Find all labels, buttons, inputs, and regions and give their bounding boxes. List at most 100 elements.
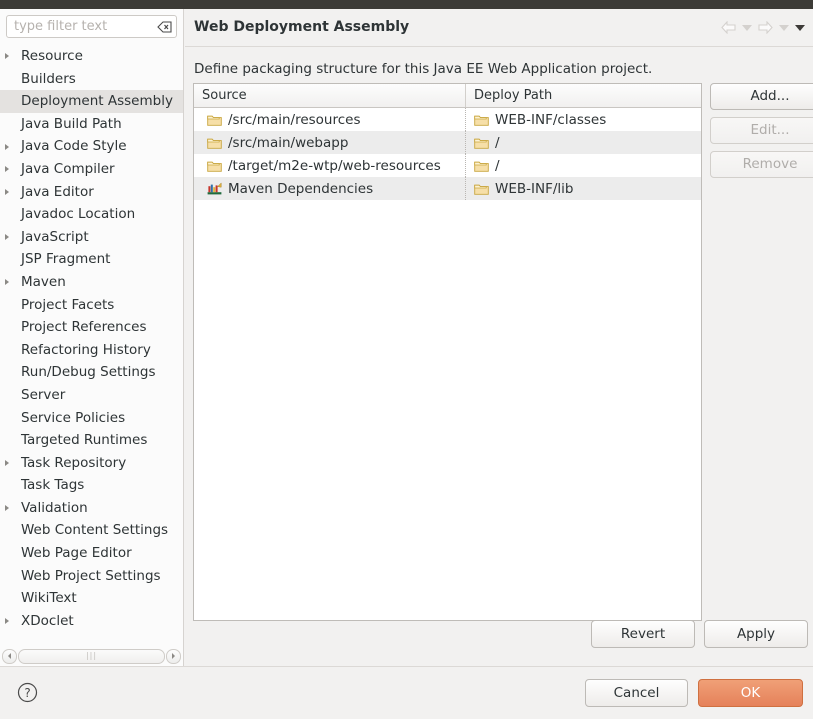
table-row[interactable]: Maven Dependencies WEB-INF/lib <box>194 177 701 200</box>
sidebar-item-refactoring-history[interactable]: Refactoring History <box>0 339 183 362</box>
svg-text:?: ? <box>24 686 30 700</box>
sidebar-item-label: Web Project Settings <box>21 568 161 584</box>
sidebar-item-maven[interactable]: Maven <box>0 271 183 294</box>
clear-icon[interactable] <box>157 21 172 33</box>
chevron-left-icon[interactable] <box>2 649 17 664</box>
arrow-left-icon[interactable] <box>721 21 736 34</box>
expand-triangle-icon[interactable] <box>5 279 9 285</box>
sidebar-item-run-debug-settings[interactable]: Run/Debug Settings <box>0 361 183 384</box>
chevron-down-icon[interactable] <box>779 25 789 31</box>
settings-tree[interactable]: ResourceBuilders Deployment Assembly Java … <box>0 45 183 644</box>
expand-triangle-icon[interactable] <box>5 618 9 624</box>
sidebar-item-jsp-fragment[interactable]: JSP Fragment <box>0 248 183 271</box>
sidebar-item-builders[interactable]: Builders <box>0 68 183 91</box>
expand-triangle-icon[interactable] <box>5 53 9 59</box>
revert-button[interactable]: Revert <box>591 620 695 648</box>
expand-triangle-icon[interactable] <box>5 189 9 195</box>
column-header-source[interactable]: Source <box>194 84 466 107</box>
sidebar-item-label: Java Compiler <box>21 161 115 177</box>
chevron-right-icon[interactable] <box>166 649 181 664</box>
table-action-buttons: Add...Edit...Remove <box>710 83 813 185</box>
sidebar-item-label: Deployment Assembly <box>21 93 173 109</box>
chevron-down-icon[interactable] <box>795 25 805 31</box>
sidebar-item-label: Java Code Style <box>21 138 127 154</box>
sidebar-item-web-page-editor[interactable]: Web Page Editor <box>0 542 183 565</box>
cancel-button[interactable]: Cancel <box>585 679 688 707</box>
expand-triangle-icon[interactable] <box>5 505 9 511</box>
expand-triangle-icon[interactable] <box>5 460 9 466</box>
sidebar-item-label: Java Build Path <box>21 116 122 132</box>
expand-triangle-icon[interactable] <box>5 166 9 172</box>
expand-triangle-icon[interactable] <box>5 144 9 150</box>
sidebar-item-java-compiler[interactable]: Java Compiler <box>0 158 183 181</box>
table-header-row: Source Deploy Path <box>194 84 701 108</box>
sidebar-item-task-repository[interactable]: Task Repository <box>0 452 183 475</box>
cell-deploy-path: WEB-INF/classes <box>466 108 701 131</box>
settings-sidebar: ResourceBuilders Deployment Assembly Java … <box>0 9 184 666</box>
sidebar-item-label: Web Content Settings <box>21 522 168 538</box>
column-header-deploy-path[interactable]: Deploy Path <box>466 84 701 107</box>
source-label: /src/main/webapp <box>228 135 348 151</box>
apply-button[interactable]: Apply <box>704 620 808 648</box>
search-input[interactable] <box>7 16 176 37</box>
sidebar-item-xdoclet[interactable]: XDoclet <box>0 610 183 633</box>
sidebar-item-label: Maven <box>21 274 66 290</box>
arrow-right-icon[interactable] <box>758 21 773 34</box>
sidebar-item-label: Targeted Runtimes <box>21 432 147 448</box>
dialog-buttons: Cancel OK <box>585 679 803 707</box>
scrollbar-thumb[interactable]: ||| <box>18 649 165 664</box>
add-button[interactable]: Add... <box>710 83 813 110</box>
scrollbar-grip: ||| <box>86 652 97 660</box>
sidebar-item-project-facets[interactable]: Project Facets <box>0 294 183 317</box>
sidebar-item-targeted-runtimes[interactable]: Targeted Runtimes <box>0 429 183 452</box>
sidebar-item-java-editor[interactable]: Java Editor <box>0 181 183 204</box>
sidebar-item-java-build-path[interactable]: Java Build Path <box>0 113 183 136</box>
sidebar-item-label: WikiText <box>21 590 77 606</box>
sidebar-item-javascript[interactable]: JavaScript <box>0 226 183 249</box>
sidebar-item-web-project-settings[interactable]: Web Project Settings <box>0 565 183 588</box>
sidebar-item-label: Web Page Editor <box>21 545 132 561</box>
sidebar-item-label: JavaScript <box>21 229 89 245</box>
source-label: Maven Dependencies <box>228 181 373 197</box>
sidebar-item-validation[interactable]: Validation <box>0 497 183 520</box>
properties-dialog: ResourceBuilders Deployment Assembly Java … <box>0 0 813 718</box>
sidebar-item-label: Refactoring History <box>21 342 151 358</box>
filter-box[interactable] <box>6 15 177 38</box>
cell-deploy-path: WEB-INF/lib <box>466 177 701 200</box>
sidebar-item-project-references[interactable]: Project References <box>0 316 183 339</box>
cell-deploy-path: / <box>466 154 701 177</box>
expand-triangle-icon[interactable] <box>5 234 9 240</box>
folder-icon <box>474 114 489 126</box>
apply-revert-buttons: Revert Apply <box>591 620 808 648</box>
cell-source: /target/m2e-wtp/web-resources <box>194 154 466 177</box>
dialog-footer: ? Cancel OK <box>0 666 813 719</box>
table-row[interactable]: /src/main/webapp / <box>194 131 701 154</box>
table-row[interactable]: /target/m2e-wtp/web-resources/ <box>194 154 701 177</box>
sidebar-item-javadoc-location[interactable]: Javadoc Location <box>0 203 183 226</box>
sidebar-item-resource[interactable]: Resource <box>0 45 183 68</box>
table-body: /src/main/resourcesWEB-INF/classes/src/m… <box>194 108 701 200</box>
deploy-path-label: / <box>495 135 500 151</box>
sidebar-item-task-tags[interactable]: Task Tags <box>0 474 183 497</box>
folder-icon <box>474 183 489 195</box>
sidebar-horizontal-scrollbar[interactable]: ||| <box>0 646 183 666</box>
sidebar-item-server[interactable]: Server <box>0 384 183 407</box>
folder-icon <box>474 160 489 172</box>
chevron-down-icon[interactable] <box>742 25 752 31</box>
cell-source: Maven Dependencies <box>194 177 466 200</box>
sidebar-item-label: Service Policies <box>21 410 125 426</box>
window-titlebar <box>0 0 813 9</box>
ok-button[interactable]: OK <box>698 679 803 707</box>
sidebar-item-wikitext[interactable]: WikiText <box>0 587 183 610</box>
deployment-assembly-table[interactable]: Source Deploy Path /src/main/resourcesWE… <box>193 83 702 621</box>
sidebar-item-web-content-settings[interactable]: Web Content Settings <box>0 519 183 542</box>
folder-icon <box>474 137 489 149</box>
help-icon[interactable]: ? <box>17 682 38 703</box>
panel-description: Define packaging structure for this Java… <box>194 61 652 77</box>
sidebar-item-label: Run/Debug Settings <box>21 364 156 380</box>
cell-source: /src/main/webapp <box>194 131 466 154</box>
sidebar-item-deployment-assembly[interactable]: Deployment Assembly <box>0 90 183 113</box>
sidebar-item-java-code-style[interactable]: Java Code Style <box>0 135 183 158</box>
sidebar-item-service-policies[interactable]: Service Policies <box>0 407 183 430</box>
table-row[interactable]: /src/main/resourcesWEB-INF/classes <box>194 108 701 131</box>
